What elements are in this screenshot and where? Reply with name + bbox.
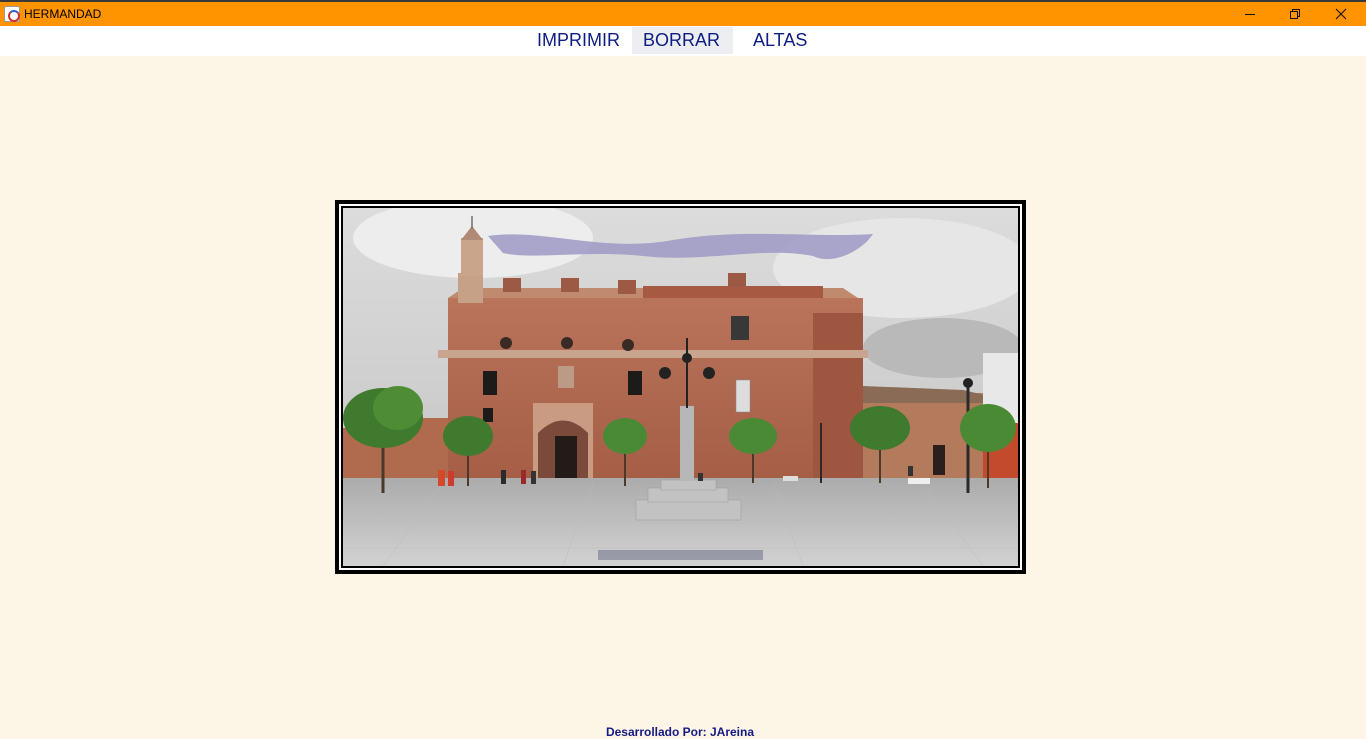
developer-credit: Desarrollado Por: JAreina xyxy=(0,725,1366,739)
window-titlebar[interactable]: HERMANDAD xyxy=(0,0,1366,26)
menu-borrar[interactable]: BORRAR xyxy=(632,27,733,54)
church-image xyxy=(343,208,1018,566)
close-icon xyxy=(1335,8,1347,20)
restore-button[interactable] xyxy=(1272,2,1318,26)
menu-imprimir[interactable]: IMPRIMIR xyxy=(537,27,627,54)
church-plaza-photo xyxy=(335,200,1026,574)
menu-bar: IMPRIMIR BORRAR ALTAS xyxy=(0,26,1366,56)
java-cup-icon xyxy=(4,6,20,22)
minimize-button[interactable] xyxy=(1227,2,1273,26)
minimize-icon xyxy=(1245,14,1255,15)
window-title: HERMANDAD xyxy=(24,7,102,21)
credit-text: Desarrollado Por: JAreina xyxy=(605,725,755,739)
menu-altas[interactable]: ALTAS xyxy=(753,27,823,54)
close-button[interactable] xyxy=(1318,2,1364,26)
restore-icon xyxy=(1290,9,1300,19)
